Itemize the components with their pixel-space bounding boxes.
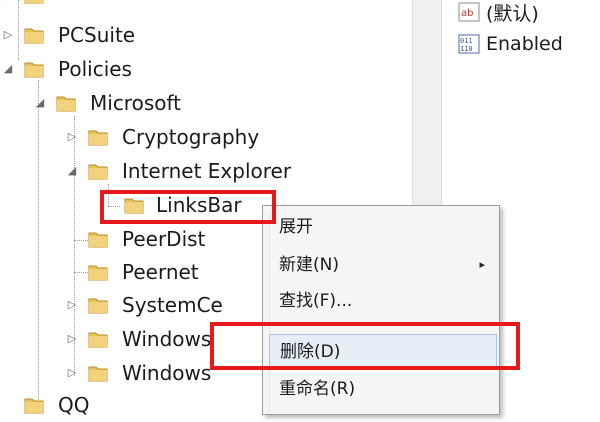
menu-item-label: 删除(D) (280, 342, 341, 362)
value-item-default[interactable]: ab (默认) (458, 0, 539, 25)
svg-text:110: 110 (460, 45, 473, 53)
menu-item-label: 重命名(R) (279, 379, 356, 399)
tree-node-label: Internet Explorer (122, 159, 292, 183)
expand-arrow-icon[interactable]: ▷ (66, 299, 78, 311)
menu-item-expand[interactable]: 展开 (263, 210, 501, 244)
folder-icon (24, 396, 44, 414)
menu-item-new[interactable]: 新建(N) ▸ (263, 248, 501, 282)
context-menu[interactable]: 展开 新建(N) ▸ 查找(F)... 删除(D) 重命名(R) (262, 205, 500, 415)
tree-node-label: Windows (122, 327, 212, 351)
collapse-arrow-icon[interactable]: ◢ (66, 165, 78, 177)
tree-node-label: PeerDist (122, 227, 206, 251)
svg-text:ab: ab (461, 8, 473, 19)
tree-connector-line (38, 80, 39, 410)
expand-arrow-icon[interactable]: ▷ (2, 29, 14, 41)
folder-open-icon (56, 94, 76, 112)
folder-icon (124, 196, 144, 214)
tree-node-label: LinksBar (156, 193, 242, 217)
folder-icon (88, 330, 108, 348)
tree-node-label: Cryptography (122, 125, 260, 149)
menu-separator (293, 324, 493, 325)
tree-node-label: Peernet (122, 260, 199, 284)
tree-node-label: Windows (122, 361, 212, 385)
expand-arrow-icon[interactable]: ▷ (66, 333, 78, 345)
expand-arrow-icon[interactable]: ▷ (66, 131, 78, 143)
value-item-enabled[interactable]: 011 110 Enabled (458, 32, 563, 56)
binary-value-icon: 011 110 (458, 34, 480, 54)
folder-icon (88, 364, 108, 382)
folder-icon (24, 26, 44, 44)
folder-icon (88, 230, 108, 248)
menu-item-rename[interactable]: 重命名(R) (263, 372, 501, 406)
tree-node-label: QQ (58, 393, 90, 417)
folder-open-icon (88, 162, 108, 180)
folder-open-icon (24, 60, 44, 78)
value-name: Enabled (486, 33, 563, 55)
menu-item-label: 新建(N) (279, 255, 339, 275)
collapse-arrow-icon[interactable]: ◢ (34, 97, 46, 109)
expand-arrow-icon[interactable]: ▷ (2, 0, 14, 2)
menu-item-delete[interactable]: 删除(D) (269, 334, 497, 368)
menu-item-find[interactable]: 查找(F)... (263, 284, 501, 318)
folder-icon (88, 296, 108, 314)
folder-icon (24, 0, 44, 4)
folder-icon (88, 128, 108, 146)
tree-connector-line (108, 184, 109, 206)
expand-arrow-icon[interactable]: ▷ (66, 367, 78, 379)
collapse-arrow-icon[interactable]: ◢ (2, 63, 14, 75)
string-value-icon: ab (458, 2, 480, 22)
menu-item-label: 展开 (279, 217, 313, 237)
value-name: (默认) (486, 2, 539, 25)
menu-item-label: 查找(F)... (279, 291, 353, 311)
tree-node-label: SystemCe (122, 293, 223, 317)
svg-text:011: 011 (460, 37, 473, 45)
tree-node-label: Policies (58, 57, 132, 81)
tree-node-label: Microsoft (90, 91, 182, 115)
tree-node-label: PCSuite (58, 23, 136, 47)
folder-icon (88, 263, 108, 281)
submenu-arrow-icon: ▸ (479, 258, 485, 271)
tree-connector-line (18, 0, 19, 60)
tree-connector-line (108, 206, 120, 207)
